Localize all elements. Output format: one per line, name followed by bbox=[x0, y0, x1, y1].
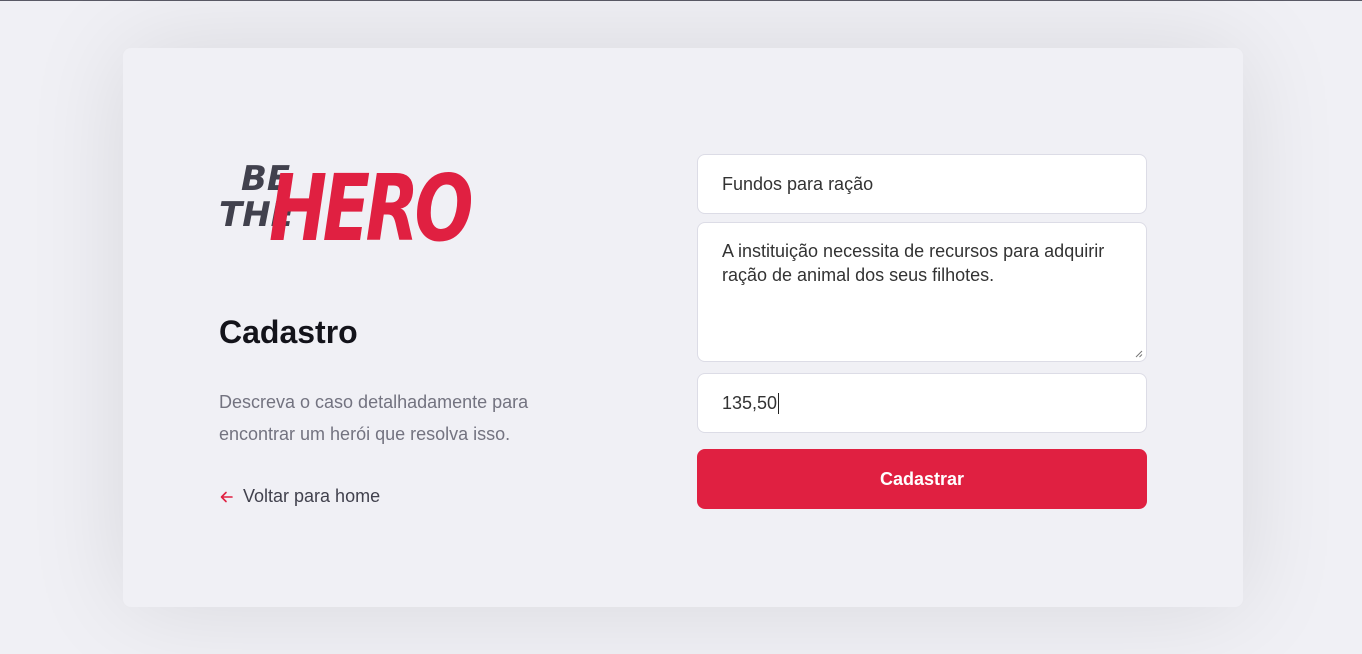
text-caret bbox=[778, 392, 780, 414]
incident-value-input[interactable]: 135,50 bbox=[697, 373, 1147, 433]
page-title: Cadastro bbox=[219, 314, 358, 350]
incident-description-value: A instituição necessita de recursos para… bbox=[722, 241, 1105, 285]
be-the-hero-logo: BE THE HERO bbox=[219, 155, 471, 252]
register-button[interactable]: Cadastrar bbox=[697, 449, 1147, 509]
incident-value-text: 135,50 bbox=[722, 392, 778, 413]
resize-grip-icon[interactable] bbox=[1135, 350, 1143, 358]
intro-section: BE THE HERO Cadastro Descreva o caso det… bbox=[219, 142, 599, 506]
incident-title-input[interactable]: Fundos para ração bbox=[697, 154, 1147, 214]
logo-text-hero: HERO bbox=[269, 155, 471, 252]
incident-description-textarea[interactable]: A instituição necessita de recursos para… bbox=[697, 222, 1147, 362]
window-top-border bbox=[0, 0, 1362, 1]
incident-title-value: Fundos para ração bbox=[722, 173, 874, 194]
back-home-label: Voltar para home bbox=[243, 486, 381, 506]
register-card: BE THE HERO Cadastro Descreva o caso det… bbox=[123, 48, 1243, 607]
page-description: Descreva o caso detalhadamente para enco… bbox=[219, 392, 529, 444]
arrow-left-icon bbox=[220, 491, 233, 502]
back-home-link[interactable]: Voltar para home bbox=[219, 486, 380, 507]
